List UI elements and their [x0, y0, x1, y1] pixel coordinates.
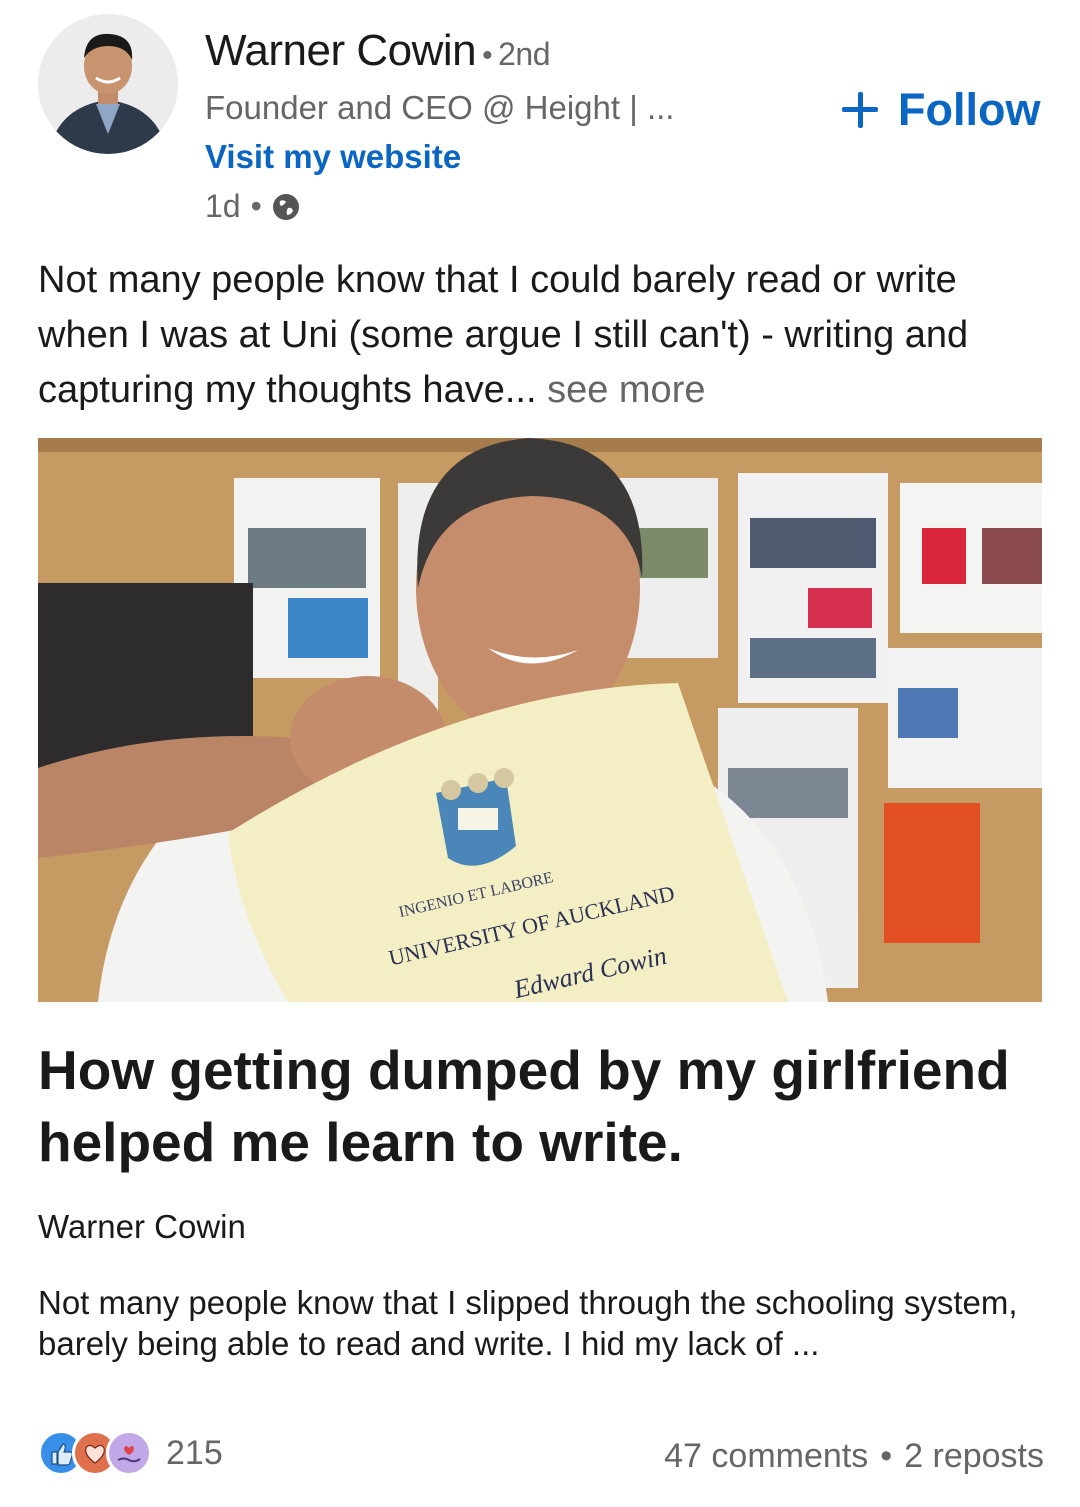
article-photo: INGENIO ET LABORE UNIVERSITY OF AUCKLAND…	[38, 438, 1042, 1002]
article-title[interactable]: How getting dumped by my girlfriend help…	[38, 1034, 1048, 1178]
post-meta: 1d •	[205, 188, 300, 225]
support-icon	[106, 1430, 152, 1476]
follow-label: Follow	[898, 84, 1041, 135]
article-author: Warner Cowin	[38, 1208, 246, 1245]
connection-degree: 2nd	[498, 36, 551, 72]
plus-icon	[840, 90, 880, 130]
social-counts: 47 comments • 2 reposts	[664, 1437, 1044, 1476]
follow-button[interactable]: Follow	[840, 84, 1040, 136]
author-avatar[interactable]	[38, 14, 178, 154]
post-time: 1d	[205, 188, 241, 224]
globe-icon	[272, 193, 299, 220]
reactions-summary[interactable]: 215	[38, 1430, 223, 1476]
meta-separator: •	[250, 188, 262, 224]
author-headline: Founder and CEO @ Height | ...	[205, 89, 675, 126]
reaction-count: 215	[166, 1433, 223, 1472]
visit-website-link[interactable]: Visit my website	[205, 138, 461, 176]
separator-dot: •	[482, 39, 493, 72]
article-image[interactable]: INGENIO ET LABORE UNIVERSITY OF AUCKLAND…	[38, 438, 1042, 1002]
avatar-photo	[38, 14, 178, 154]
post-text: Not many people know that I could barely…	[38, 253, 1048, 418]
reposts-count[interactable]: 2 reposts	[904, 1437, 1044, 1476]
see-more-link[interactable]: see more	[547, 369, 705, 411]
post-body: Not many people know that I could barely…	[38, 259, 969, 411]
counts-separator: •	[880, 1437, 893, 1475]
comments-count[interactable]: 47 comments	[664, 1437, 868, 1476]
author-name-line[interactable]: Warner Cowin • 2nd	[205, 26, 551, 76]
feed-post: Warner Cowin • 2nd Founder and CEO @ Heigh…	[0, 0, 1080, 1507]
article-excerpt: Not many people know that I slipped thro…	[38, 1284, 1018, 1362]
author-name[interactable]: Warner Cowin	[205, 26, 477, 75]
